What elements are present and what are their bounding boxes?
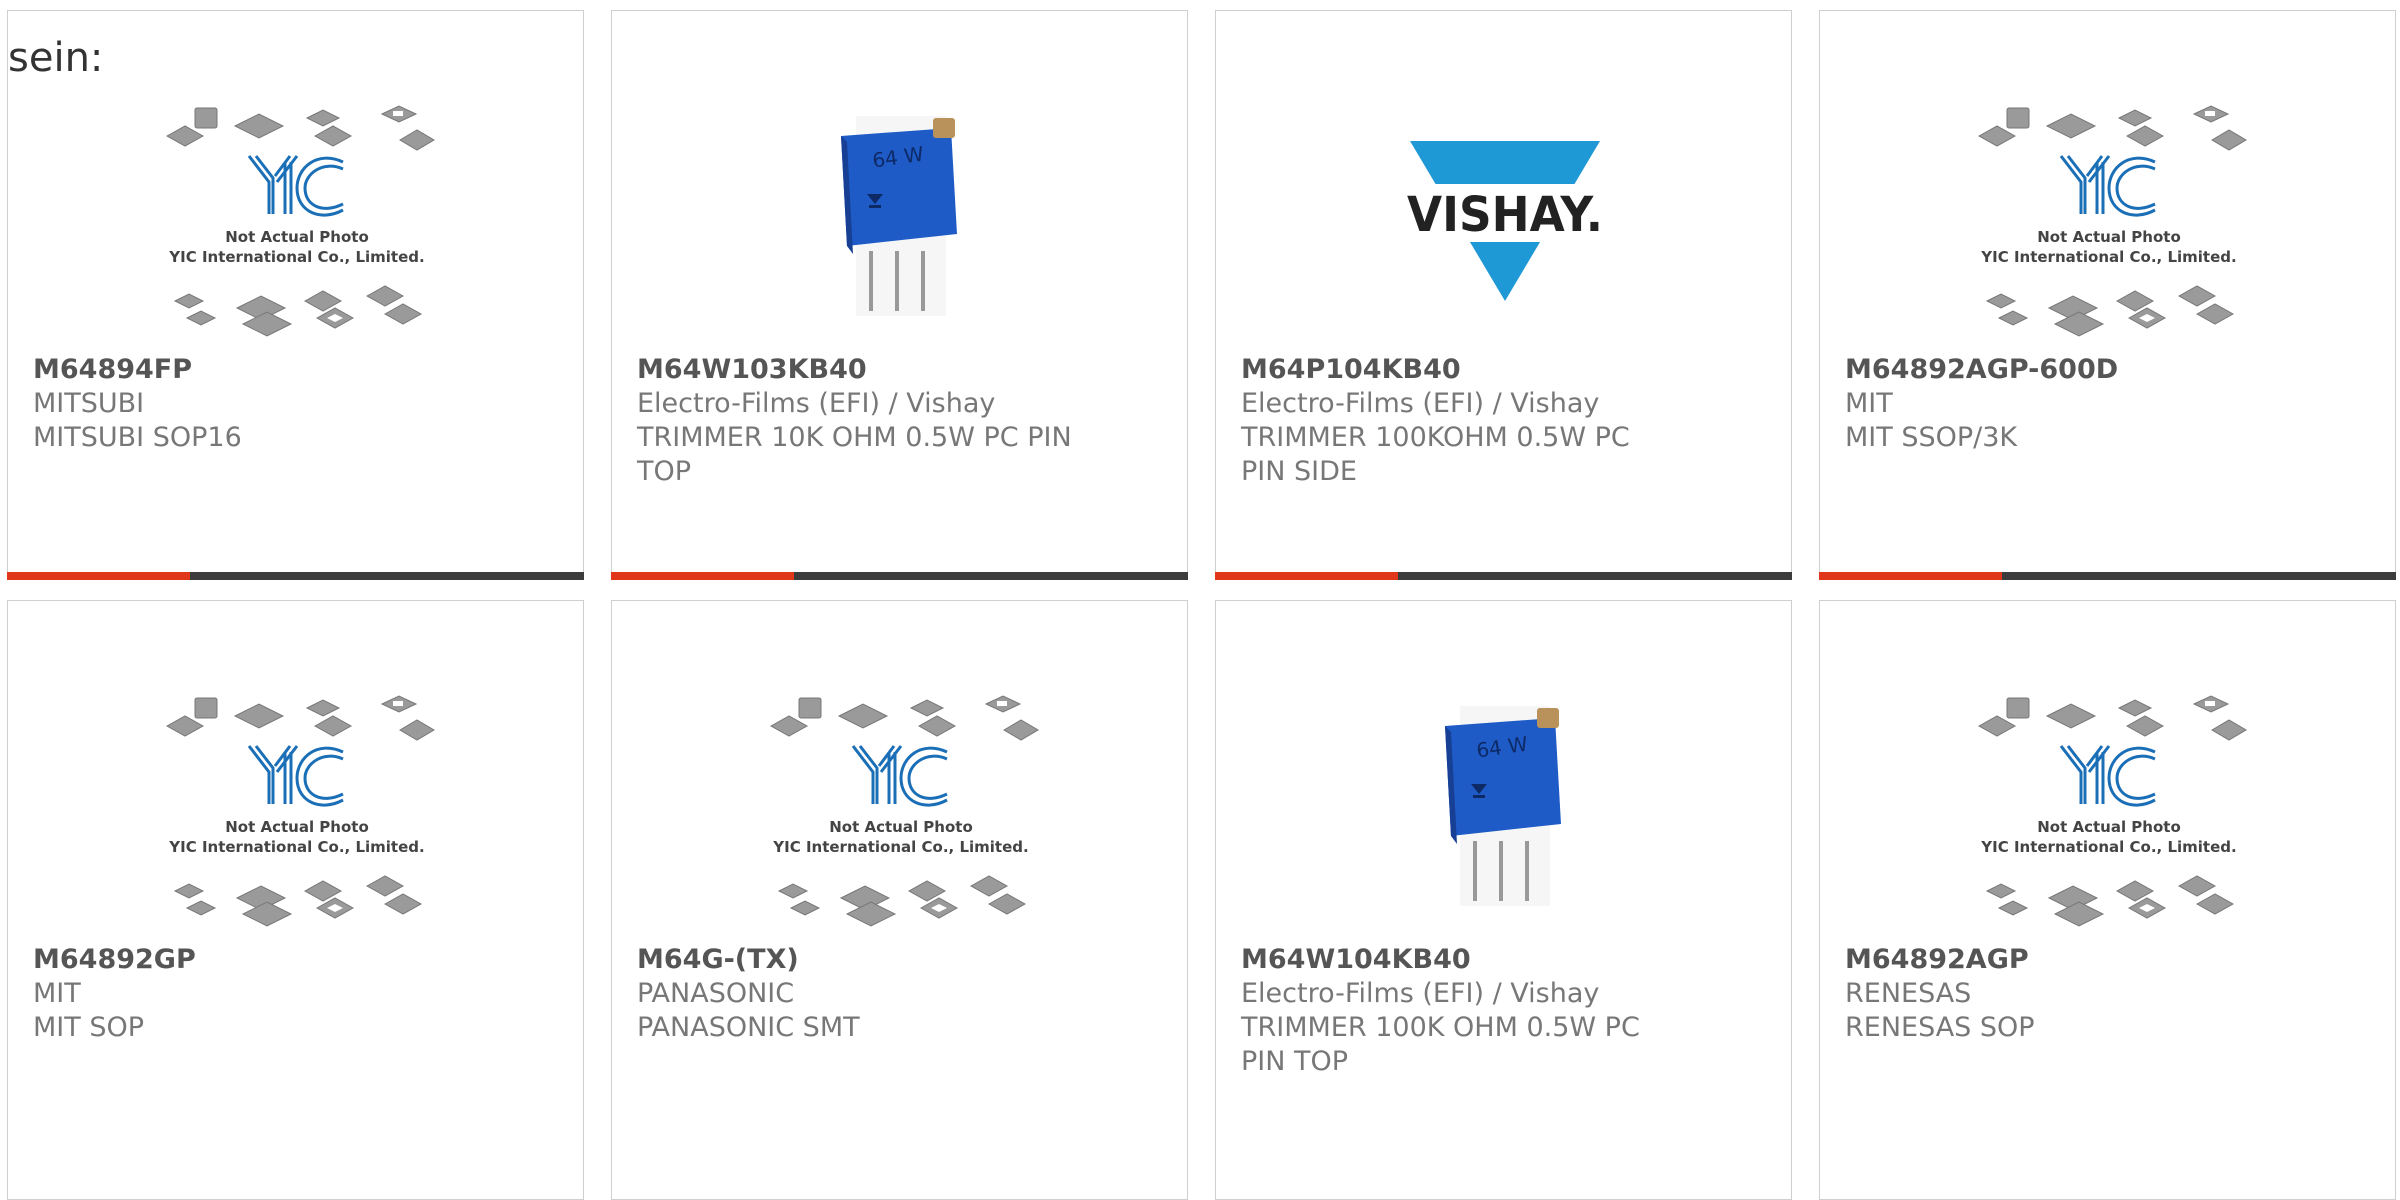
card-bottom-bar bbox=[1819, 572, 2396, 580]
placeholder-text-line1: Not Actual Photo bbox=[2037, 228, 2181, 246]
trimmer-potentiometer-image: 64 W bbox=[841, 116, 957, 316]
product-image[interactable]: Not Actual Photo YIC International Co., … bbox=[1915, 96, 2303, 346]
product-card[interactable]: VISHAY. M64P104KB40 Electro-Films (EFI) /… bbox=[1215, 10, 1792, 580]
product-card[interactable]: Not Actual Photo YIC International Co., … bbox=[7, 10, 584, 580]
placeholder-text-line1: Not Actual Photo bbox=[225, 228, 369, 246]
product-description: MIT SOP bbox=[33, 1012, 145, 1043]
placeholder-text-line2: YIC International Co., Limited. bbox=[168, 838, 424, 856]
product-manufacturer: MIT bbox=[33, 978, 81, 1009]
product-manufacturer: RENESAS bbox=[1845, 978, 1972, 1009]
product-description: TRIMMER 10K OHM 0.5W PC PIN TOP bbox=[637, 422, 1072, 487]
placeholder-text-line1: Not Actual Photo bbox=[829, 818, 973, 836]
placeholder-text-line2: YIC International Co., Limited. bbox=[1980, 248, 2236, 266]
card-bottom-bar bbox=[611, 572, 1188, 580]
product-manufacturer: Electro-Films (EFI) / Vishay bbox=[1241, 978, 1600, 1009]
product-description: MIT SSOP/3K bbox=[1845, 422, 2018, 453]
not-actual-photo-image: Not Actual Photo YIC International Co., … bbox=[165, 695, 435, 927]
page-heading: sein: bbox=[8, 35, 104, 81]
placeholder-text-line1: Not Actual Photo bbox=[225, 818, 369, 836]
product-card[interactable]: Not Actual Photo YIC International Co., … bbox=[611, 600, 1188, 1200]
card-accent-bar bbox=[1819, 572, 2002, 580]
product-part-number[interactable]: M64894FP bbox=[33, 353, 558, 387]
product-part-number[interactable]: M64W103KB40 bbox=[637, 353, 1162, 387]
vishay-logo-text: VISHAY. bbox=[1407, 187, 1603, 243]
yic-logo-icon bbox=[247, 745, 344, 807]
product-description: PANASONIC SMT bbox=[637, 1012, 860, 1043]
product-description: TRIMMER 100KOHM 0.5W PC PIN SIDE bbox=[1241, 422, 1630, 487]
placeholder-text-line2: YIC International Co., Limited. bbox=[772, 838, 1028, 856]
placeholder-text-line2: YIC International Co., Limited. bbox=[1980, 838, 2236, 856]
product-part-number[interactable]: M64892AGP bbox=[1845, 943, 2370, 977]
product-card[interactable]: 64 W M64W103KB40 Electro-Films (EFI) / Vi… bbox=[611, 10, 1188, 580]
product-part-number[interactable]: M64G-(TX) bbox=[637, 943, 1162, 977]
product-manufacturer: Electro-Films (EFI) / Vishay bbox=[1241, 388, 1600, 419]
product-card[interactable]: Not Actual Photo YIC International Co., … bbox=[1819, 600, 2396, 1200]
not-actual-photo-image: Not Actual Photo YIC International Co., … bbox=[1977, 695, 2247, 927]
product-description: MITSUBI SOP16 bbox=[33, 422, 242, 453]
product-image[interactable]: Not Actual Photo YIC International Co., … bbox=[103, 686, 491, 936]
product-manufacturer: PANASONIC bbox=[637, 978, 795, 1009]
not-actual-photo-image: Not Actual Photo YIC International Co., … bbox=[769, 695, 1039, 927]
placeholder-text-line1: Not Actual Photo bbox=[2037, 818, 2181, 836]
card-accent-bar bbox=[7, 572, 190, 580]
card-bottom-bar bbox=[7, 572, 584, 580]
product-card[interactable]: Not Actual Photo YIC International Co., … bbox=[7, 600, 584, 1200]
product-manufacturer: MITSUBI bbox=[33, 388, 145, 419]
product-description: RENESAS SOP bbox=[1845, 1012, 2035, 1043]
product-manufacturer: MIT bbox=[1845, 388, 1893, 419]
not-actual-photo-image: Not Actual Photo YIC International Co., … bbox=[165, 105, 435, 337]
placeholder-text-line2: YIC International Co., Limited. bbox=[168, 248, 424, 266]
product-part-number[interactable]: M64W104KB40 bbox=[1241, 943, 1766, 977]
product-image[interactable]: 64 W bbox=[707, 96, 1095, 346]
product-image[interactable]: Not Actual Photo YIC International Co., … bbox=[707, 686, 1095, 936]
product-card[interactable]: Not Actual Photo YIC International Co., … bbox=[1819, 10, 2396, 580]
product-image[interactable]: Not Actual Photo YIC International Co., … bbox=[103, 96, 491, 346]
card-bottom-bar bbox=[1215, 572, 1792, 580]
vishay-logo-icon: VISHAY. bbox=[1405, 141, 1605, 301]
product-part-number[interactable]: M64892GP bbox=[33, 943, 558, 977]
not-actual-photo-image: Not Actual Photo YIC International Co., … bbox=[1977, 105, 2247, 337]
trimmer-potentiometer-image: 64 W bbox=[1445, 706, 1561, 906]
yic-logo-icon bbox=[851, 745, 948, 807]
yic-logo-icon bbox=[247, 155, 344, 217]
yic-logo-icon bbox=[2059, 745, 2156, 807]
yic-logo-icon bbox=[2059, 155, 2156, 217]
product-image[interactable]: 64 W bbox=[1311, 686, 1699, 936]
product-description: TRIMMER 100K OHM 0.5W PC PIN TOP bbox=[1241, 1012, 1640, 1077]
product-image[interactable]: Not Actual Photo YIC International Co., … bbox=[1915, 686, 2303, 936]
product-part-number[interactable]: M64P104KB40 bbox=[1241, 353, 1766, 387]
product-manufacturer: Electro-Films (EFI) / Vishay bbox=[637, 388, 996, 419]
product-part-number[interactable]: M64892AGP-600D bbox=[1845, 353, 2370, 387]
product-card[interactable]: 64 W M64W104KB40 Electro-Films (EFI) / Vi… bbox=[1215, 600, 1792, 1200]
card-accent-bar bbox=[611, 572, 794, 580]
card-accent-bar bbox=[1215, 572, 1398, 580]
product-image[interactable]: VISHAY. bbox=[1311, 96, 1699, 346]
